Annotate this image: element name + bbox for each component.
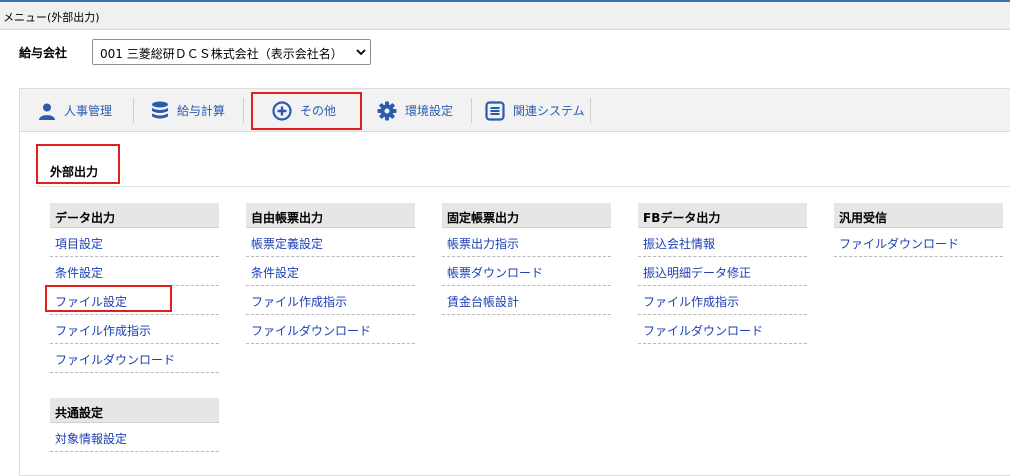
menu-link-condition-settings[interactable]: 条件設定 bbox=[246, 257, 415, 286]
menu-link-file-creation[interactable]: ファイル作成指示 bbox=[246, 286, 415, 315]
nav-bar: 人事管理 給与計算 その他 環境設定 関連システム bbox=[20, 89, 1010, 132]
database-icon bbox=[152, 101, 168, 118]
section-divider bbox=[36, 186, 1010, 187]
menu-link-transfer-company[interactable]: 振込会社情報 bbox=[638, 228, 807, 257]
menu-group-title: 自由帳票出力 bbox=[246, 203, 415, 228]
menu-link-file-creation[interactable]: ファイル作成指示 bbox=[50, 315, 219, 344]
nav-label: 関連システム bbox=[513, 104, 585, 118]
file-settings-highlight-box bbox=[45, 285, 172, 312]
menu-link-target-info-settings[interactable]: 対象情報設定 bbox=[50, 423, 219, 452]
window-title: メニュー(外部出力) bbox=[3, 11, 100, 24]
menu-group-free-form-output: 自由帳票出力 帳票定義設定 条件設定 ファイル作成指示 ファイルダウンロード bbox=[246, 203, 415, 344]
menu-group-title: 固定帳票出力 bbox=[442, 203, 611, 228]
person-icon bbox=[39, 103, 55, 120]
menu-link-form-definition[interactable]: 帳票定義設定 bbox=[246, 228, 415, 257]
nav-highlight-box bbox=[251, 92, 362, 130]
menu-group-title: データ出力 bbox=[50, 203, 219, 228]
menu-link-form-download[interactable]: 帳票ダウンロード bbox=[442, 257, 611, 286]
nav-divider bbox=[133, 98, 134, 123]
menu-link-file-download[interactable]: ファイルダウンロード bbox=[50, 344, 219, 373]
nav-item-personnel[interactable]: 人事管理 bbox=[38, 95, 112, 126]
nav-item-settings[interactable]: 環境設定 bbox=[377, 95, 453, 126]
menu-link-transfer-detail-edit[interactable]: 振込明細データ修正 bbox=[638, 257, 807, 286]
company-select[interactable]: 001 三菱総研ＤＣＳ株式会社（表示会社名） bbox=[92, 39, 371, 65]
menu-link-item-settings[interactable]: 項目設定 bbox=[50, 228, 219, 257]
menu-group-title: 汎用受信 bbox=[834, 203, 1003, 228]
nav-label: 人事管理 bbox=[64, 104, 113, 118]
menu-link-file-download[interactable]: ファイルダウンロード bbox=[638, 315, 807, 344]
menu-link-condition-settings[interactable]: 条件設定 bbox=[50, 257, 219, 286]
menu-link-wage-ledger-design[interactable]: 賃金台帳設計 bbox=[442, 286, 611, 315]
nav-divider bbox=[243, 98, 244, 123]
menu-link-form-output[interactable]: 帳票出力指示 bbox=[442, 228, 611, 257]
menu-link-file-download[interactable]: ファイルダウンロード bbox=[834, 228, 1003, 257]
menu-link-file-download[interactable]: ファイルダウンロード bbox=[246, 315, 415, 344]
section-title: 外部出力 bbox=[50, 165, 99, 179]
nav-item-payroll[interactable]: 給与計算 bbox=[151, 95, 225, 126]
menu-group-general-receive: 汎用受信 ファイルダウンロード bbox=[834, 203, 1003, 257]
company-label: 給与会社 bbox=[19, 46, 68, 60]
menu-group-common-settings: 共通設定 対象情報設定 bbox=[50, 398, 219, 452]
menu-group-fb-data-output: FBデータ出力 振込会社情報 振込明細データ修正 ファイル作成指示 ファイルダウ… bbox=[638, 203, 807, 344]
menu-link-file-creation[interactable]: ファイル作成指示 bbox=[638, 286, 807, 315]
gear-icon bbox=[377, 101, 397, 120]
menu-group-title: FBデータ出力 bbox=[638, 203, 807, 228]
nav-divider bbox=[471, 98, 472, 123]
nav-item-related-systems[interactable]: 関連システム bbox=[485, 95, 585, 126]
window-titlebar: メニュー(外部出力) bbox=[0, 0, 1010, 30]
nav-label: 環境設定 bbox=[405, 104, 454, 118]
menu-group-title: 共通設定 bbox=[50, 398, 219, 423]
nav-divider bbox=[590, 98, 591, 123]
list-box-icon bbox=[485, 100, 505, 121]
nav-label: 給与計算 bbox=[177, 104, 226, 118]
menu-group-fixed-form-output: 固定帳票出力 帳票出力指示 帳票ダウンロード 賃金台帳設計 bbox=[442, 203, 611, 315]
chevron-down-icon bbox=[356, 49, 366, 56]
company-select-value: 001 三菱総研ＤＣＳ株式会社（表示会社名） bbox=[100, 47, 343, 61]
